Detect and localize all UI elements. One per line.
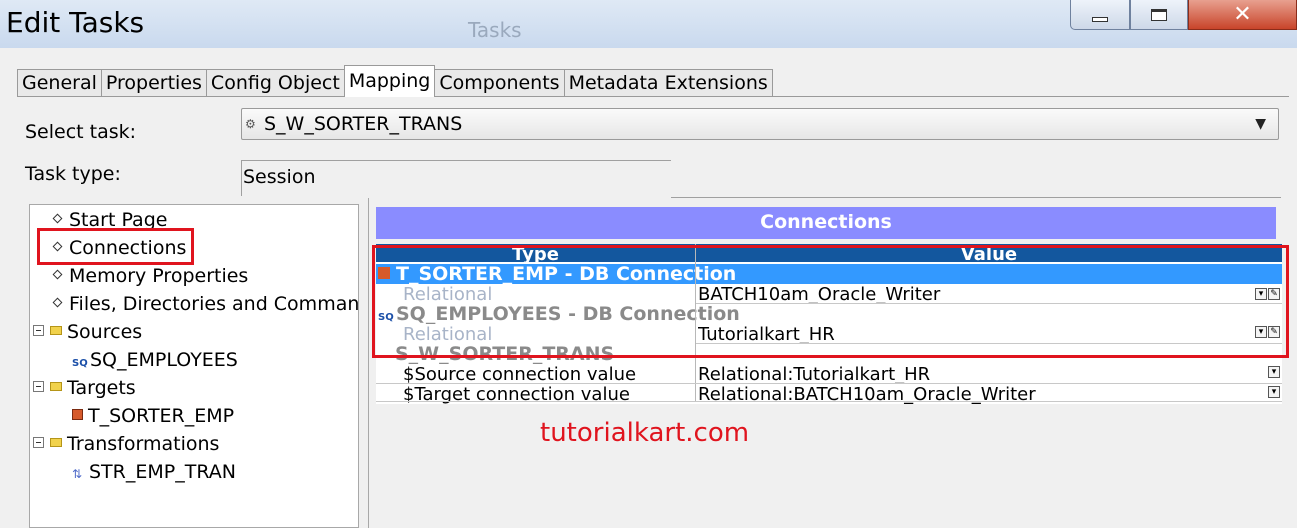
session-icon: ⚙ — [245, 117, 256, 131]
sorter-icon: ⇅ — [72, 467, 83, 481]
tree-item-sq-employees[interactable]: SQ SQ_EMPLOYEES — [72, 347, 238, 373]
row-divider — [376, 383, 1282, 384]
tab-mapping[interactable]: Mapping — [343, 65, 436, 97]
source-qualifier-icon: SQ — [72, 358, 88, 369]
watermark-text: tutorialkart.com — [540, 418, 750, 448]
tree-item-targets[interactable]: Targets — [33, 375, 136, 401]
collapse-icon[interactable] — [33, 437, 44, 448]
maximize-icon — [1151, 8, 1167, 21]
tab-strip: General Properties Config Object Mapping… — [17, 65, 773, 97]
tab-metadata-extensions[interactable]: Metadata Extensions — [563, 69, 773, 97]
dropdown-arrow-icon[interactable]: ▾ — [1268, 366, 1280, 378]
folder-icon — [50, 382, 62, 391]
window-title: Edit Tasks — [6, 6, 145, 39]
task-type-label: Task type: — [25, 163, 121, 185]
connections-header: Connections — [376, 207, 1276, 239]
tree-item-memory-properties[interactable]: Memory Properties — [52, 263, 248, 289]
tab-config-object[interactable]: Config Object — [205, 69, 345, 97]
folder-icon — [50, 326, 62, 335]
close-icon: ✕ — [1233, 2, 1252, 27]
bullet-icon — [52, 269, 63, 280]
minimize-button[interactable] — [1070, 0, 1130, 30]
folder-icon — [50, 438, 62, 447]
tab-components[interactable]: Components — [434, 69, 565, 97]
select-task-label: Select task: — [25, 121, 137, 143]
dropdown-arrow-icon[interactable]: ▾ — [1268, 386, 1280, 398]
title-bar: Tasks Edit Tasks ✕ — [0, 0, 1297, 48]
row-divider — [376, 401, 1282, 402]
select-task-value: S_W_SORTER_TRANS — [264, 113, 463, 135]
bullet-icon — [52, 213, 63, 224]
bullet-icon — [52, 297, 63, 308]
collapse-icon[interactable] — [33, 325, 44, 336]
target-icon — [72, 409, 83, 420]
close-button[interactable]: ✕ — [1188, 0, 1297, 30]
tree-item-str-emp-tran[interactable]: ⇅ STR_EMP_TRAN — [72, 459, 236, 485]
task-type-field: Session — [241, 160, 671, 196]
highlight-box-connections — [37, 228, 194, 265]
parameter-name: $Source connection value — [403, 364, 637, 384]
tab-general[interactable]: General — [17, 69, 102, 97]
maximize-button[interactable] — [1130, 0, 1188, 30]
highlight-box-db-connections — [372, 245, 1289, 358]
dropdown-arrow-icon[interactable]: ▼ — [1255, 109, 1266, 139]
tree-item-files-directories[interactable]: Files, Directories and Commands — [52, 291, 358, 317]
tab-divider — [17, 96, 1289, 97]
tree-item-transformations[interactable]: Transformations — [33, 431, 219, 457]
collapse-icon[interactable] — [33, 381, 44, 392]
tree-item-sources[interactable]: Sources — [33, 319, 142, 345]
parameter-value[interactable]: Relational:Tutorialkart_HR — [698, 364, 1238, 384]
minimize-icon — [1092, 17, 1108, 22]
background-window-label: Tasks — [468, 18, 522, 42]
select-task-dropdown[interactable]: ⚙ S_W_SORTER_TRANS ▼ — [241, 108, 1279, 140]
tab-properties[interactable]: Properties — [100, 69, 207, 97]
tree-item-t-sorter-emp[interactable]: T_SORTER_EMP — [72, 403, 234, 429]
